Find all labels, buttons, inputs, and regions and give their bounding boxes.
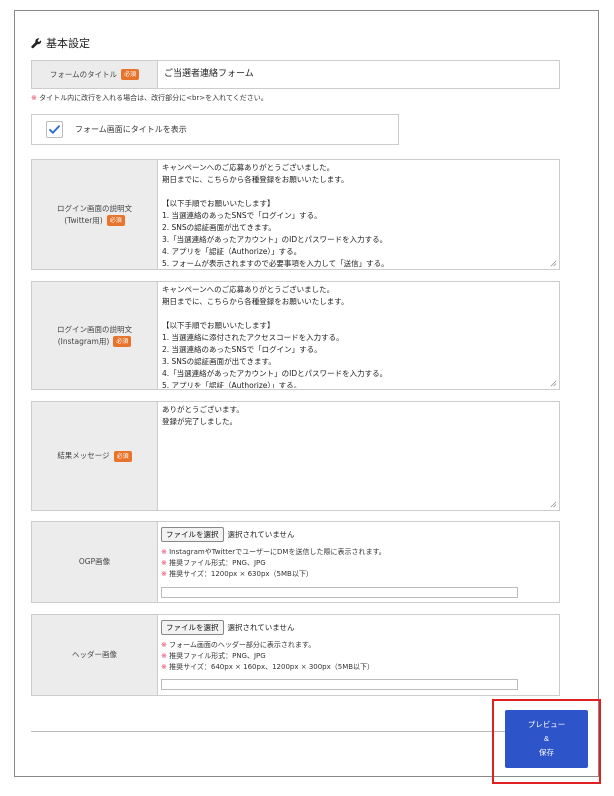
ogp-note: ※ 推奨ファイル形式：PNG、JPG [161,558,559,569]
twitter-desc-row: ログイン画面の説明文 (Twitter用) 必須 キャンペーンへのご応募ありがと… [31,159,560,270]
required-badge: 必須 [106,215,125,226]
section-heading: 基本設定 [31,35,90,51]
header-image-row: ヘッダー画像 ファイルを選択 選択されていません ※ フォーム画面のヘッダー部分… [31,614,560,696]
checkmark-icon [49,125,60,134]
divider [31,731,561,732]
result-message-label: 結果メッセージ 必須 [32,402,158,510]
required-badge: 必須 [121,69,140,80]
ogp-image-row: OGP画像 ファイルを選択 選択されていません ※ InstagramやTwit… [31,521,560,603]
ogp-note-text: 推奨サイズ：1200px × 630px（5MB以下） [166,570,313,578]
result-message-textarea[interactable]: ありがとうございます。 登録が完了しました。 [158,402,559,510]
header-image-label: ヘッダー画像 [32,615,158,695]
header-image-field: ファイルを選択 選択されていません ※ フォーム画面のヘッダー部分に表示されます… [158,615,559,695]
header-note-text: 推奨ファイル形式：PNG、JPG [166,652,266,660]
instagram-desc-row: ログイン画面の説明文 (Instagram用) 必須 キャンペーンへのご応募あり… [31,281,560,390]
twitter-desc-label-line2: (Twitter用) [64,215,103,225]
header-notes: ※ フォーム画面のヘッダー部分に表示されます。 ※ 推奨ファイル形式：PNG、J… [161,640,559,673]
show-title-checkbox-row[interactable]: フォーム画面にタイトルを表示 [31,114,399,145]
highlight-box [492,699,601,784]
ogp-notes: ※ InstagramやTwitterでユーザーにDMを送信した際に表示されます… [161,547,559,580]
form-title-row: フォームのタイトル 必須 ご当選者連絡フォーム [31,60,560,89]
ogp-file-status: 選択されていません [227,530,295,539]
header-note: ※ フォーム画面のヘッダー部分に表示されます。 [161,640,559,651]
ogp-note: ※ InstagramやTwitterでユーザーにDMを送信した際に表示されます… [161,547,559,558]
result-message-row: 結果メッセージ 必須 ありがとうございます。 登録が完了しました。 [31,401,560,511]
ogp-note: ※ 推奨サイズ：1200px × 630px（5MB以下） [161,569,559,580]
result-message-label-text: 結果メッセージ [57,451,110,460]
twitter-desc-text: キャンペーンへのご応募ありがとうございました。 期日までに、こちらから各種登録を… [162,163,389,268]
header-note-text: 推奨サイズ：640px × 160px、1200px × 300px（5MB以下… [166,663,375,671]
header-note: ※ 推奨サイズ：640px × 160px、1200px × 300px（5MB… [161,662,559,673]
wrench-icon [31,37,42,48]
header-note-text: フォーム画面のヘッダー部分に表示されます。 [166,641,316,649]
form-title-label-text: フォームのタイトル [49,69,118,79]
required-badge: 必須 [113,450,132,462]
twitter-desc-textarea[interactable]: キャンペーンへのご応募ありがとうございました。 期日までに、こちらから各種登録を… [158,160,559,269]
resize-handle-icon[interactable] [550,260,557,267]
header-image-url-input[interactable] [161,679,518,690]
ogp-file-select-button[interactable]: ファイルを選択 [161,527,224,542]
form-title-value: ご当選者連絡フォーム [164,69,254,79]
instagram-desc-textarea[interactable]: キャンペーンへのご応募ありがとうございました。 期日までに、こちらから各種登録を… [158,282,559,389]
title-note-text: タイトル内に改行を入れる場合は、改行部分に<br>を入れてください。 [36,94,268,102]
header-image-label-text: ヘッダー画像 [72,650,117,659]
show-title-checkbox[interactable] [46,121,63,138]
ogp-note-text: 推奨ファイル形式：PNG、JPG [166,559,266,567]
header-file-select-button[interactable]: ファイルを選択 [161,620,224,635]
show-title-checkbox-label: フォーム画面にタイトルを表示 [75,125,187,134]
form-title-input[interactable]: ご当選者連絡フォーム [158,61,559,88]
twitter-desc-label: ログイン画面の説明文 (Twitter用) 必須 [32,160,158,269]
ogp-image-label-text: OGP画像 [78,557,111,566]
title-note: ※ タイトル内に改行を入れる場合は、改行部分に<br>を入れてください。 [31,93,268,103]
header-note: ※ 推奨ファイル形式：PNG、JPG [161,651,559,662]
instagram-desc-label-line1: ログイン画面の説明文 [57,324,132,334]
section-title: 基本設定 [46,37,90,50]
instagram-desc-label: ログイン画面の説明文 (Instagram用) 必須 [32,282,158,389]
form-title-label: フォームのタイトル 必須 [32,61,158,88]
required-badge: 必須 [113,336,132,347]
ogp-image-field: ファイルを選択 選択されていません ※ InstagramやTwitterでユー… [158,522,559,602]
instagram-desc-text: キャンペーンへのご応募ありがとうございました。 期日までに、こちらから各種登録を… [162,285,388,388]
instagram-desc-label-line2: (Instagram用) [57,336,110,346]
twitter-desc-label-line1: ログイン画面の説明文 [57,203,132,213]
header-file-status: 選択されていません [227,623,295,632]
ogp-image-url-input[interactable] [161,587,518,598]
ogp-image-label: OGP画像 [32,522,158,602]
resize-handle-icon[interactable] [550,380,557,387]
resize-handle-icon[interactable] [550,501,557,508]
ogp-note-text: InstagramやTwitterでユーザーにDMを送信した際に表示されます。 [166,548,386,556]
result-message-text: ありがとうございます。 登録が完了しました。 [162,405,244,426]
